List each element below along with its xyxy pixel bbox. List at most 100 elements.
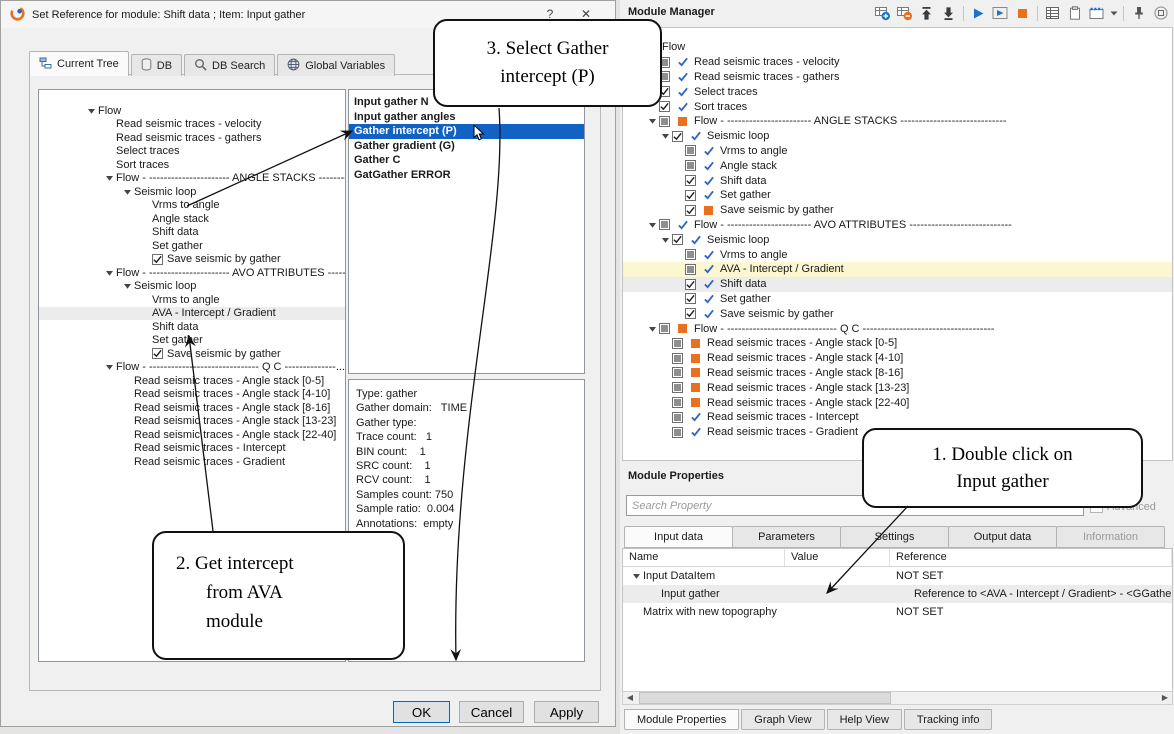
tree-item[interactable]: Vrms to angle — [39, 199, 345, 213]
gather-output-list[interactable]: Input gather NInput gather anglesGather … — [348, 89, 585, 374]
expander-icon[interactable] — [102, 269, 116, 277]
enable-checkbox[interactable] — [685, 249, 696, 260]
tab-global-variables[interactable]: Global Variables — [277, 54, 395, 76]
scroll-left-icon[interactable]: ◀ — [623, 692, 637, 704]
module-manager-tree[interactable]: FlowRead seismic traces - velocityRead s… — [622, 27, 1173, 461]
enable-checkbox[interactable] — [672, 427, 683, 438]
tab-output-data[interactable]: Output data — [948, 526, 1057, 548]
tab-settings[interactable]: Settings — [840, 526, 949, 548]
bottom-tab-tracking-info[interactable]: Tracking info — [904, 709, 993, 730]
module-tree-item[interactable]: Flow - ----------------------- ANGLE STA… — [623, 114, 1172, 129]
enable-checkbox[interactable] — [685, 264, 696, 275]
module-tree-item[interactable]: Read seismic traces - Angle stack [4-10] — [623, 351, 1172, 366]
ok-button[interactable]: OK — [393, 701, 450, 723]
module-tree-item[interactable]: Read seismic traces - velocity — [623, 55, 1172, 70]
tree-item[interactable]: Set gather — [39, 334, 345, 348]
expander-icon[interactable] — [646, 117, 659, 125]
enable-checkbox[interactable] — [672, 131, 683, 142]
enable-checkbox[interactable] — [685, 293, 696, 304]
enable-checkbox[interactable] — [672, 367, 683, 378]
enable-checkbox[interactable] — [685, 145, 696, 156]
module-tree-item[interactable]: Set gather — [623, 188, 1172, 203]
module-tree-item[interactable]: Shift data — [623, 173, 1172, 188]
tree-item[interactable]: Read seismic traces - Gradient — [39, 455, 345, 469]
expander-icon[interactable] — [629, 572, 643, 580]
item-checkbox[interactable] — [152, 348, 163, 359]
expander-icon[interactable] — [646, 221, 659, 229]
enable-checkbox[interactable] — [672, 234, 683, 245]
module-tree-item[interactable]: Read seismic traces - Angle stack [22-40… — [623, 395, 1172, 410]
gather-list-item[interactable]: GatGather ERROR — [349, 168, 584, 183]
enable-checkbox[interactable] — [672, 412, 683, 423]
module-tree-item[interactable]: Flow - ------------------------------ Q … — [623, 321, 1172, 336]
tree-item[interactable]: Read seismic traces - Angle stack [0-5] — [39, 374, 345, 388]
tab-db[interactable]: DB — [131, 54, 182, 76]
module-tree-item[interactable]: Read seismic traces - Angle stack [8-16] — [623, 366, 1172, 381]
module-tree-item[interactable]: Save seismic by gather — [623, 203, 1172, 218]
module-tree-item[interactable]: Flow - ----------------------- AVO ATTRI… — [623, 218, 1172, 233]
enable-checkbox[interactable] — [672, 353, 683, 364]
enable-checkbox[interactable] — [685, 175, 696, 186]
run-flow-icon[interactable] — [991, 4, 1010, 23]
property-row[interactable]: Input DataItemNOT SET — [623, 567, 1172, 585]
tab-parameters[interactable]: Parameters — [732, 526, 841, 548]
tree-item[interactable]: Read seismic traces - Angle stack [22-40… — [39, 428, 345, 442]
expander-icon[interactable] — [646, 325, 659, 333]
tree-item[interactable]: Flow — [39, 104, 345, 118]
remove-module-icon[interactable] — [895, 4, 914, 23]
apply-button[interactable]: Apply — [534, 701, 599, 723]
tab-input-data[interactable]: Input data — [624, 526, 733, 548]
tree-item[interactable]: Flow - ---------------------- AVO ATTRIB… — [39, 266, 345, 280]
gather-list-item[interactable]: Gather C — [349, 153, 584, 168]
module-tree-item[interactable]: Set gather — [623, 292, 1172, 307]
module-tree-item[interactable]: Flow — [623, 40, 1172, 55]
pin-icon[interactable] — [1129, 4, 1148, 23]
bottom-tab-graph-view[interactable]: Graph View — [741, 709, 824, 730]
tree-item[interactable]: AVA - Intercept / Gradient — [39, 307, 345, 321]
tree-item[interactable]: Save seismic by gather — [39, 347, 345, 361]
enable-checkbox[interactable] — [659, 116, 670, 127]
expander-icon[interactable] — [120, 188, 134, 196]
scrollbar-thumb[interactable] — [639, 692, 891, 704]
module-tree-item[interactable]: Read seismic traces - gathers — [623, 70, 1172, 85]
tab-current-tree[interactable]: Current Tree — [29, 51, 129, 76]
enable-checkbox[interactable] — [672, 382, 683, 393]
property-row[interactable]: Matrix with new topographyNOT SET — [623, 603, 1172, 621]
module-tree-item[interactable]: Vrms to angle — [623, 247, 1172, 262]
enable-checkbox[interactable] — [685, 190, 696, 201]
enable-checkbox[interactable] — [659, 101, 670, 112]
run-icon[interactable] — [969, 4, 988, 23]
expander-icon[interactable] — [102, 174, 116, 182]
tab-db-search[interactable]: DB Search — [184, 54, 275, 76]
module-tree-item[interactable]: Read seismic traces - Intercept — [623, 410, 1172, 425]
expander-icon[interactable] — [659, 236, 672, 244]
move-up-icon[interactable] — [917, 4, 936, 23]
stop-icon[interactable] — [1013, 4, 1032, 23]
module-tree-item[interactable]: Read seismic traces - Angle stack [13-23… — [623, 380, 1172, 395]
caret-icon[interactable] — [1109, 4, 1118, 23]
tree-item[interactable]: Set gather — [39, 239, 345, 253]
add-module-icon[interactable] — [873, 4, 892, 23]
module-tree-item[interactable]: Select traces — [623, 84, 1172, 99]
clipboard-icon[interactable] — [1065, 4, 1084, 23]
bottom-tab-module-properties[interactable]: Module Properties — [624, 709, 739, 730]
enable-checkbox[interactable] — [685, 205, 696, 216]
expander-icon[interactable] — [120, 282, 134, 290]
tree-item[interactable]: Seismic loop — [39, 185, 345, 199]
module-tree-item[interactable]: Seismic loop — [623, 232, 1172, 247]
module-tree-item[interactable]: Angle stack — [623, 158, 1172, 173]
expander-icon[interactable] — [102, 363, 116, 371]
tree-item[interactable]: Angle stack — [39, 212, 345, 226]
module-tree-item[interactable]: Vrms to angle — [623, 144, 1172, 159]
enable-checkbox[interactable] — [659, 219, 670, 230]
table-view-icon[interactable] — [1043, 4, 1062, 23]
column-header-name[interactable]: Name — [623, 549, 785, 566]
enable-checkbox[interactable] — [672, 338, 683, 349]
tree-item[interactable]: Read seismic traces - gathers — [39, 131, 345, 145]
module-tree-item[interactable]: Save seismic by gather — [623, 306, 1172, 321]
gather-list-item[interactable]: Input gather angles — [349, 110, 584, 125]
tree-item[interactable]: Read seismic traces - Intercept — [39, 442, 345, 456]
new-window-icon[interactable] — [1087, 4, 1106, 23]
module-properties-table[interactable]: NameValueReferenceInput DataItemNOT SETI… — [622, 548, 1173, 705]
tree-item[interactable]: Shift data — [39, 320, 345, 334]
